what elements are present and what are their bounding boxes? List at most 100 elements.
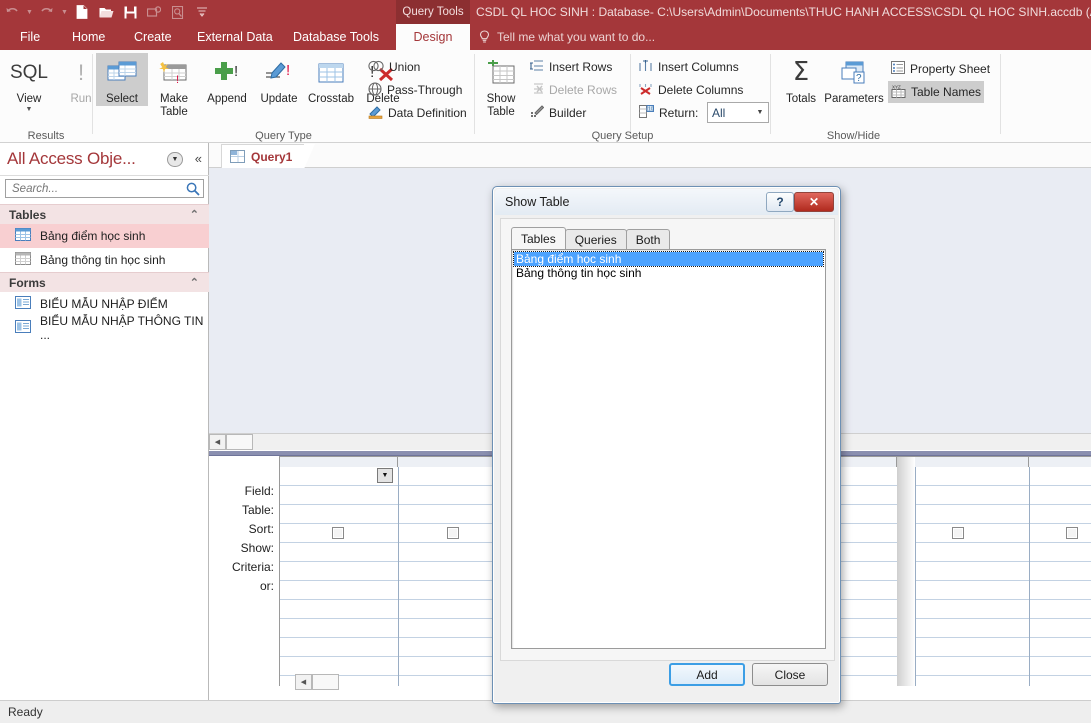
show-checkbox[interactable] <box>447 527 459 539</box>
view-button-label: View <box>16 93 42 105</box>
return-value-dropdown-icon[interactable]: ▼ <box>752 109 768 116</box>
close-icon[interactable]: ✕ <box>794 192 834 212</box>
table-names-button[interactable]: XYZ Table Names <box>888 81 985 103</box>
nav-group-tables[interactable]: Tables ⌃ <box>0 204 209 224</box>
email-icon[interactable] <box>142 0 166 24</box>
crosstab-query-button[interactable]: Crosstab <box>305 53 357 106</box>
table-list[interactable]: Bảng điểm học sinh Bảng thông tin học si… <box>511 249 826 649</box>
search-icon[interactable] <box>186 182 200 199</box>
nav-group-forms[interactable]: Forms ⌃ <box>0 272 209 292</box>
show-table-dialog: Show Table ? ✕ Tables Queries Both Bảng … <box>492 186 841 704</box>
lightbulb-icon <box>479 30 490 43</box>
redo-dropdown-icon[interactable]: ▼ <box>59 0 70 24</box>
undo-dropdown-icon[interactable]: ▼ <box>24 0 35 24</box>
show-table-label1: Show <box>486 93 516 105</box>
tab-external-data[interactable]: External Data <box>185 24 285 50</box>
delete-columns-button[interactable]: Delete Columns <box>636 79 746 101</box>
data-definition-button[interactable]: Data Definition <box>365 102 470 124</box>
status-text: Ready <box>8 705 43 719</box>
delete-rows-icon <box>530 82 544 98</box>
customize-qat-icon[interactable] <box>190 0 214 24</box>
list-item[interactable]: Bảng thông tin học sinh <box>514 266 823 280</box>
update-query-icon: ! <box>264 53 294 93</box>
save-icon[interactable] <box>118 0 142 24</box>
sql-view-icon: SQL <box>9 62 49 84</box>
tab-design[interactable]: Design <box>396 24 470 50</box>
show-checkbox[interactable] <box>1066 527 1078 539</box>
new-file-icon[interactable] <box>70 0 94 24</box>
scroll-left-arrow-icon[interactable]: ◀ <box>209 434 226 450</box>
table-names-icon: XYZ <box>891 84 906 101</box>
delete-rows-button[interactable]: Delete Rows <box>527 79 620 101</box>
search-input[interactable] <box>10 181 178 196</box>
append-query-button[interactable]: ! Append <box>201 53 253 106</box>
sidebar-item-bieu-mau-nhap-diem[interactable]: BIỂU MẪU NHẬP ĐIỂM <box>0 292 209 316</box>
insert-columns-button[interactable]: Insert Columns <box>636 56 742 78</box>
form-icon <box>15 320 31 336</box>
table-names-label: Table Names <box>911 85 982 99</box>
list-item[interactable]: Bảng điểm học sinh <box>513 251 824 267</box>
nav-group-forms-label: Forms <box>9 275 46 290</box>
return-value-combobox[interactable]: All ▼ <box>707 102 769 123</box>
append-query-label: Append <box>207 93 247 105</box>
close-button[interactable]: Close <box>752 663 828 686</box>
pass-through-button[interactable]: Pass-Through <box>365 79 465 101</box>
insert-rows-button[interactable]: Insert Rows <box>527 56 615 78</box>
chevron-down-icon[interactable]: ▼ <box>167 152 183 167</box>
help-button[interactable]: ? <box>766 192 794 212</box>
ribbon-group-query-type: Select ! Make Table ! Append ! Update Cr… <box>93 50 474 143</box>
show-table-button[interactable]: Show Table <box>477 53 525 119</box>
return-rows-control[interactable]: 10 Return: <box>636 102 701 124</box>
property-sheet-button[interactable]: Property Sheet <box>888 58 993 80</box>
double-chevron-left-icon[interactable]: « <box>195 151 202 166</box>
group-label-query-type: Query Type <box>255 130 312 142</box>
run-exclamation-icon: ! <box>77 60 85 86</box>
view-dropdown-icon[interactable]: ▼ <box>26 106 33 114</box>
select-query-button[interactable]: Select <box>96 53 148 107</box>
field-dropdown-icon[interactable]: ▼ <box>377 468 393 483</box>
dialog-title-bar[interactable]: Show Table ? ✕ <box>495 189 838 215</box>
sidebar-item-bang-thong-tin-hoc-sinh[interactable]: Bảng thông tin học sinh <box>0 248 209 272</box>
chevron-up-icon[interactable]: ⌃ <box>190 208 199 221</box>
union-button[interactable]: Union <box>365 56 423 78</box>
sidebar-item-bieu-mau-nhap-thong-tin[interactable]: BIỂU MẪU NHẬP THÔNG TIN ... <box>0 314 209 342</box>
totals-button[interactable]: Σ Totals <box>775 53 827 106</box>
tab-database-tools[interactable]: Database Tools <box>281 24 391 50</box>
access-window: ▼ ▼ Query Tools CSDL QL HOC SINH: Datab… <box>0 0 1091 723</box>
redo-icon[interactable] <box>35 0 59 24</box>
view-button[interactable]: SQL View ▼ <box>3 53 55 114</box>
tab-create[interactable]: Create <box>122 24 184 50</box>
print-preview-icon[interactable] <box>166 0 190 24</box>
pass-through-label: Pass-Through <box>387 83 463 97</box>
add-button[interactable]: Add <box>669 663 745 686</box>
tab-file[interactable]: File <box>8 24 52 50</box>
builder-button[interactable]: Builder <box>527 102 589 124</box>
delete-rows-label: Delete Rows <box>549 83 618 97</box>
tab-queries[interactable]: Queries <box>564 229 627 249</box>
select-query-label: Select <box>106 93 138 105</box>
scroll-left-arrow-icon[interactable]: ◀ <box>295 674 312 690</box>
nav-group-tables-label: Tables <box>9 207 47 222</box>
parameters-button[interactable]: ? Parameters <box>821 53 887 106</box>
chevron-up-icon[interactable]: ⌃ <box>190 276 199 289</box>
svg-text:!: ! <box>286 62 290 79</box>
open-folder-icon[interactable] <box>94 0 118 24</box>
show-checkbox[interactable] <box>332 527 344 539</box>
crosstab-query-label: Crosstab <box>307 93 355 105</box>
table-icon <box>15 252 31 268</box>
tab-home[interactable]: Home <box>60 24 117 50</box>
scrollbar-thumb[interactable] <box>312 674 339 690</box>
tell-me-search[interactable]: Tell me what you want to do... <box>478 24 655 50</box>
nav-search-box[interactable] <box>5 179 204 198</box>
group-label-query-setup: Query Setup <box>591 130 654 142</box>
scrollbar-thumb[interactable] <box>226 434 253 450</box>
undo-icon[interactable] <box>0 0 24 24</box>
sidebar-item-bang-diem-hoc-sinh[interactable]: Bảng điểm học sinh <box>0 224 209 248</box>
document-tab-strip: Query1 <box>209 143 1091 169</box>
make-table-query-button[interactable]: ! Make Table <box>148 53 200 119</box>
update-query-button[interactable]: ! Update <box>253 53 305 106</box>
tab-query1[interactable]: Query1 <box>221 144 316 169</box>
show-checkbox[interactable] <box>952 527 964 539</box>
tab-both[interactable]: Both <box>625 229 671 249</box>
tab-tables[interactable]: Tables <box>511 227 566 249</box>
